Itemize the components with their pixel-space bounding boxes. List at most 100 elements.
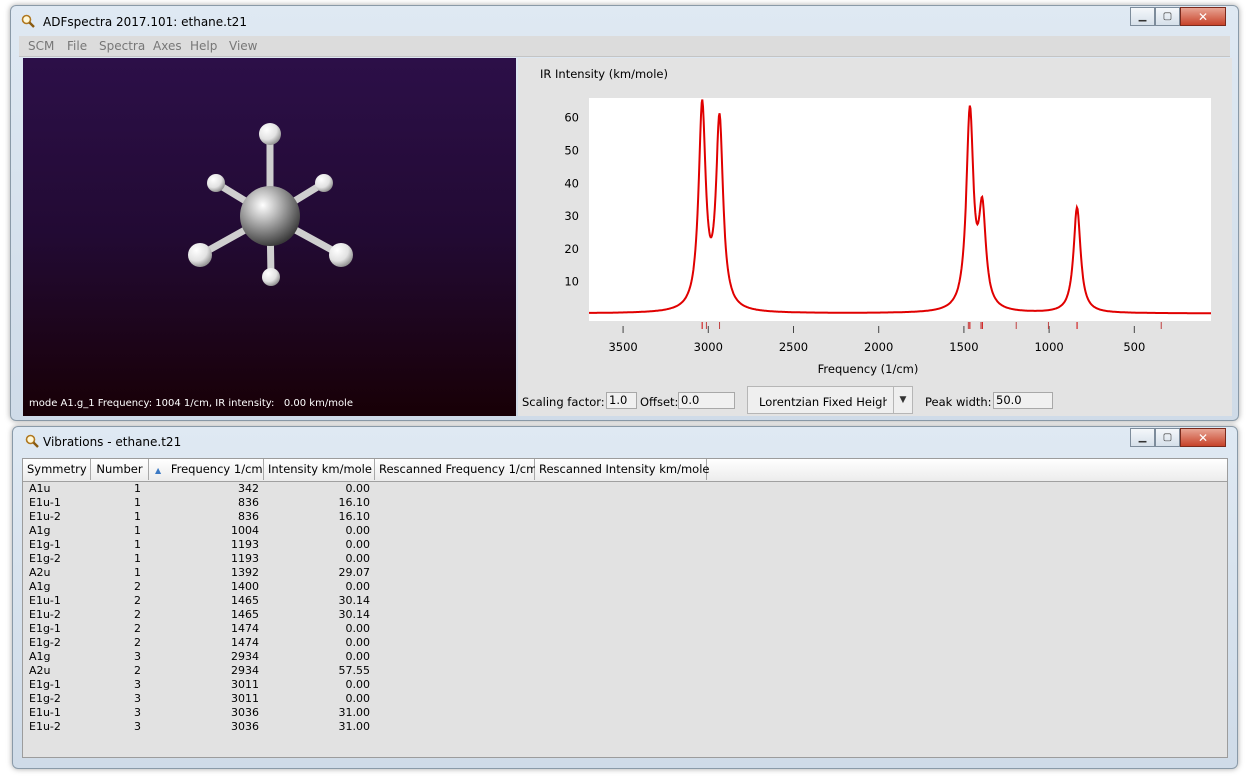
cell-symmetry: E1u-1	[29, 594, 61, 607]
mode-markers	[701, 322, 1162, 329]
column-number[interactable]: Number	[91, 459, 149, 480]
molecule-viewport[interactable]: mode A1.g_1 Frequency: 1004 1/cm, IR int…	[23, 58, 516, 416]
cell-number: 1	[134, 566, 141, 579]
peak-width-input[interactable]: 50.0	[993, 392, 1053, 409]
table-row[interactable]: A1g 1 1004 0.00	[23, 524, 1227, 538]
cell-number: 3	[134, 720, 141, 733]
vibrations-table: Symmetry Number ▲ Frequency 1/cm Intensi…	[22, 458, 1228, 758]
column-rescanned-intensity[interactable]: Rescanned Intensity km/mole	[535, 459, 709, 480]
table-row[interactable]: E1u-1 2 1465 30.14	[23, 594, 1227, 608]
y-tick-label: 30	[564, 209, 579, 223]
cell-intensity: 0.00	[345, 692, 371, 705]
dropdown-arrow-icon[interactable]: ▼	[893, 387, 912, 413]
cell-number: 2	[134, 594, 141, 607]
maximize-icon: ▢	[1162, 11, 1173, 22]
maximize-button[interactable]: ▢	[1155, 428, 1180, 447]
spectrum-controls: Scaling factor: 1.0 Offset: 0.0 Lorentzi…	[518, 385, 1232, 416]
cell-number: 2	[134, 580, 141, 593]
y-tick-label: 20	[564, 242, 579, 256]
column-symmetry[interactable]: Symmetry	[23, 459, 91, 480]
cell-symmetry: A1u	[29, 482, 51, 495]
ethane-molecule	[188, 123, 353, 286]
x-axis-label: Frequency (1/cm)	[818, 362, 919, 376]
table-row[interactable]: E1g-2 3 3011 0.00	[23, 692, 1227, 706]
cell-number: 1	[134, 482, 141, 495]
cell-intensity: 30.14	[338, 594, 371, 607]
table-row[interactable]: E1u-1 1 836 16.10	[23, 496, 1227, 510]
table-row[interactable]: A2u 1 1392 29.07	[23, 566, 1227, 580]
minimize-button[interactable]: ▁	[1130, 7, 1155, 26]
carbon-atom	[240, 186, 300, 246]
table-row[interactable]: E1g-1 1 1193 0.00	[23, 538, 1227, 552]
cell-intensity: 0.00	[345, 482, 371, 495]
close-button[interactable]: ✕	[1180, 7, 1226, 26]
minimize-button[interactable]: ▁	[1130, 428, 1155, 447]
cell-frequency: 3011	[231, 678, 259, 691]
cell-symmetry: E1u-2	[29, 510, 61, 523]
cell-frequency: 836	[238, 496, 259, 509]
table-row[interactable]: E1g-1 3 3011 0.00	[23, 678, 1227, 692]
cell-intensity: 30.14	[338, 608, 371, 621]
cell-intensity: 0.00	[345, 538, 371, 551]
cell-frequency: 1400	[231, 580, 259, 593]
maximize-button[interactable]: ▢	[1155, 7, 1180, 26]
table-row[interactable]: E1u-2 2 1465 30.14	[23, 608, 1227, 622]
lineshape-select[interactable]: Lorentzian Fixed Height ▼	[747, 386, 913, 414]
plot-area	[589, 98, 1211, 321]
y-axis-label: IR Intensity (km/mole)	[540, 67, 668, 81]
menu-spectra[interactable]: Spectra	[99, 39, 145, 53]
window-title: Vibrations - ethane.t21	[43, 435, 182, 449]
table-row[interactable]: A1u 1 342 0.00	[23, 482, 1227, 496]
table-row[interactable]: E1g-2 1 1193 0.00	[23, 552, 1227, 566]
ir-spectrum-chart[interactable]: IR Intensity (km/mole) 10 20 30 40 50 60 3500…	[518, 58, 1232, 385]
cell-intensity: 29.07	[338, 566, 371, 579]
cell-frequency: 1474	[231, 636, 259, 649]
y-ticks: 10 20 30 40 50 60	[564, 111, 579, 289]
column-frequency[interactable]: ▲ Frequency 1/cm	[149, 459, 264, 480]
offset-input[interactable]: 0.0	[678, 392, 735, 409]
offset-label: Offset:	[640, 395, 679, 409]
x-tick-label: 2000	[864, 340, 893, 354]
cell-symmetry: E1g-1	[29, 678, 61, 691]
y-tick-label: 10	[564, 275, 579, 289]
menu-axes[interactable]: Axes	[153, 39, 182, 53]
cell-number: 3	[134, 650, 141, 663]
column-intensity[interactable]: Intensity km/mole	[264, 459, 375, 480]
cell-intensity: 16.10	[338, 496, 371, 509]
peak-width-label: Peak width:	[925, 395, 992, 409]
cell-frequency: 1474	[231, 622, 259, 635]
menu-scm[interactable]: SCM	[28, 39, 54, 53]
menu-help[interactable]: Help	[190, 39, 217, 53]
table-row[interactable]: A1g 2 1400 0.00	[23, 580, 1227, 594]
cell-intensity: 0.00	[345, 580, 371, 593]
y-tick-label: 60	[564, 111, 579, 125]
cell-intensity: 57.55	[338, 664, 371, 677]
cell-frequency: 342	[238, 482, 259, 495]
scaling-factor-input[interactable]: 1.0	[606, 392, 637, 409]
cell-frequency: 1193	[231, 538, 259, 551]
table-row[interactable]: A1g 3 2934 0.00	[23, 650, 1227, 664]
menu-view[interactable]: View	[229, 39, 257, 53]
cell-number: 1	[134, 538, 141, 551]
cell-symmetry: E1g-2	[29, 692, 61, 705]
table-row[interactable]: E1u-2 3 3036 31.00	[23, 720, 1227, 734]
table-row[interactable]: A2u 2 2934 57.55	[23, 664, 1227, 678]
hydrogen-atom	[315, 174, 333, 192]
cell-frequency: 2934	[231, 650, 259, 663]
cell-intensity: 0.00	[345, 622, 371, 635]
title-bar[interactable]: ADFspectra 2017.101: ethane.t21 ▁ ▢ ✕	[11, 6, 1238, 36]
table-row[interactable]: E1u-1 3 3036 31.00	[23, 706, 1227, 720]
cell-intensity: 31.00	[338, 720, 371, 733]
table-row[interactable]: E1g-1 2 1474 0.00	[23, 622, 1227, 636]
magnifier-icon	[25, 434, 39, 448]
hydrogen-atom	[259, 123, 281, 145]
sort-ascending-icon: ▲	[155, 466, 162, 475]
menu-file[interactable]: File	[67, 39, 87, 53]
title-bar[interactable]: Vibrations - ethane.t21 ▁ ▢ ✕	[13, 427, 1237, 457]
close-button[interactable]: ✕	[1180, 428, 1226, 447]
table-row[interactable]: E1g-2 2 1474 0.00	[23, 636, 1227, 650]
table-header: Symmetry Number ▲ Frequency 1/cm Intensi…	[23, 459, 1227, 482]
column-rescanned-frequency[interactable]: Rescanned Frequency 1/cm	[375, 459, 537, 480]
adfspectra-window: ADFspectra 2017.101: ethane.t21 ▁ ▢ ✕ SC…	[10, 5, 1239, 421]
table-row[interactable]: E1u-2 1 836 16.10	[23, 510, 1227, 524]
